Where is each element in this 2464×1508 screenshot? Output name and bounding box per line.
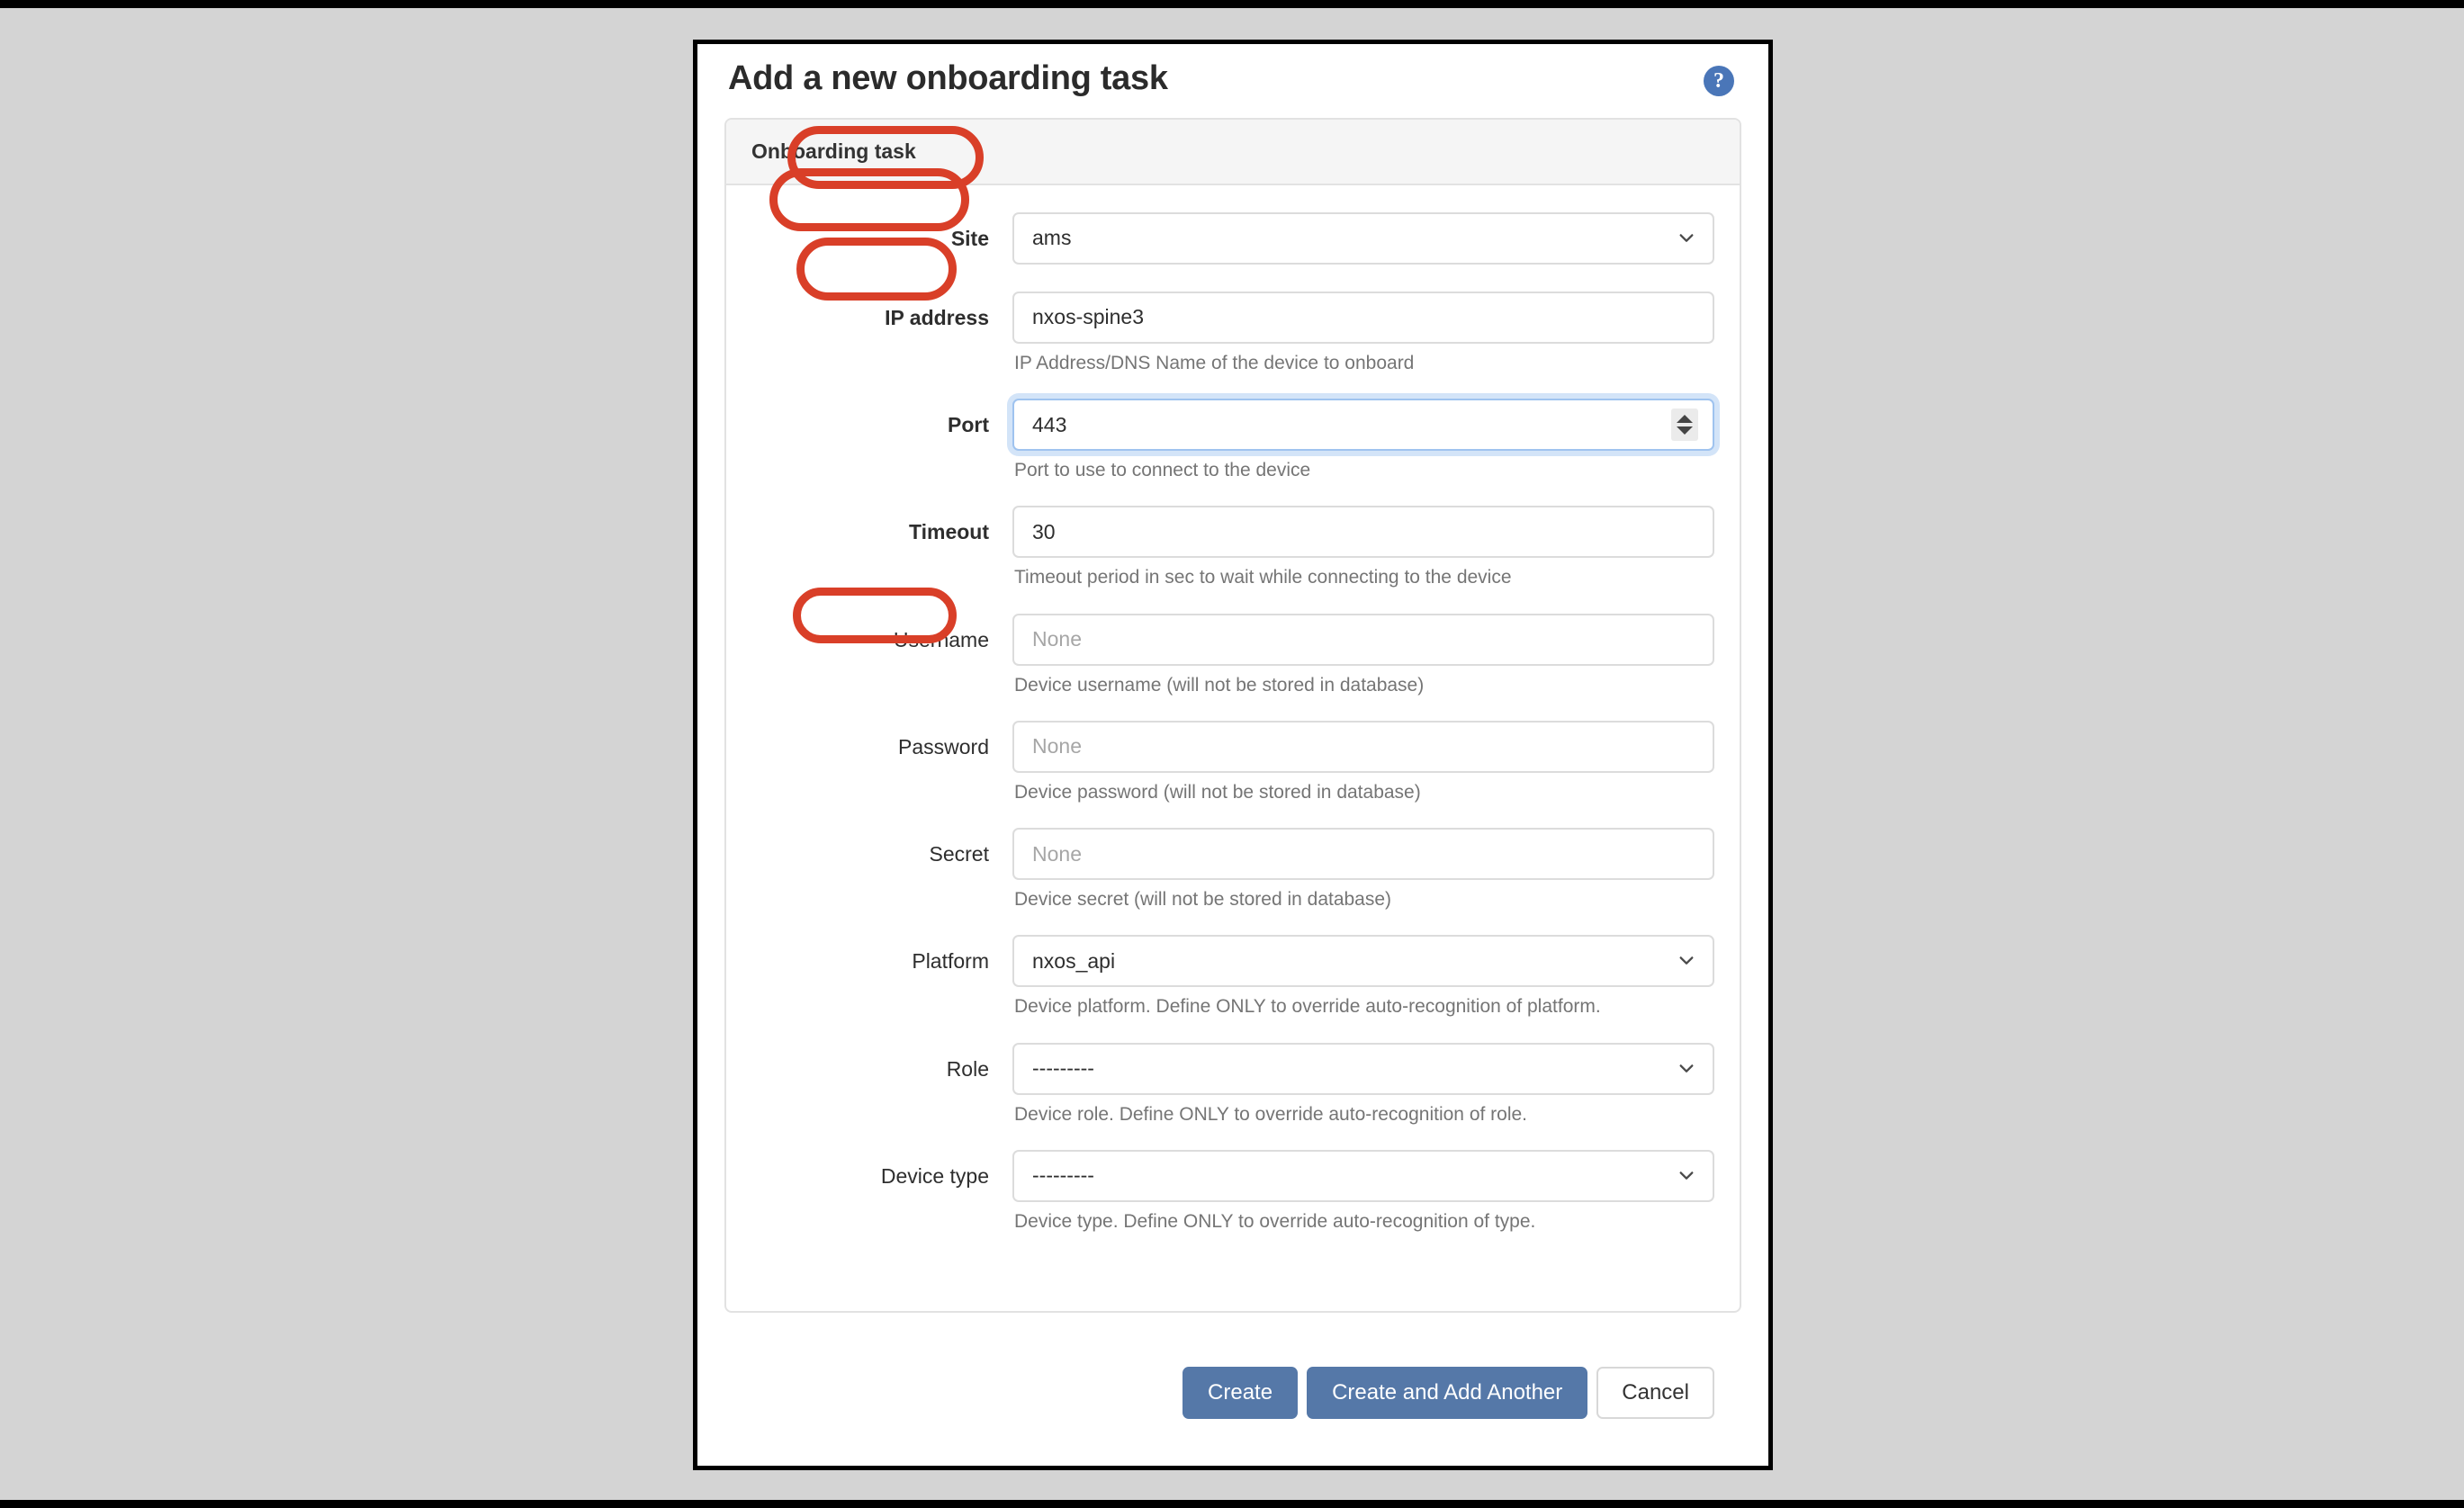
chevron-down-icon (1678, 953, 1695, 969)
question-mark-circle-icon[interactable]: ? (1704, 66, 1734, 96)
field-label: Role (946, 1056, 989, 1081)
row-spacer (1012, 265, 1714, 292)
field-value: 443 (1032, 412, 1067, 436)
field-help-text: IP Address/DNS Name of the device to onb… (1014, 352, 1415, 373)
field-label: Secret (929, 842, 989, 866)
field-label: Platform (912, 949, 989, 974)
onboarding-task-panel: Onboarding task Site ams IP address nxos-sp… (724, 117, 1741, 1314)
field-help-text: Device username (will not be stored in d… (1014, 674, 1425, 696)
row-spacer (1012, 697, 1714, 721)
field-help-text: Port to use to connect to the device (1014, 460, 1311, 481)
field-control-wrap: nxos-spine3 IP Address/DNS Name of the de… (1012, 291, 1714, 399)
field-control-wrap: None Device password (will not be stored … (1012, 720, 1714, 828)
field-label: Port (948, 413, 989, 437)
form-row-ip-address: IP address nxos-spine3 IP Address/DNS Name… (751, 291, 1714, 399)
text-input-secret[interactable]: None (1012, 828, 1714, 881)
select-device-type[interactable]: --------- (1012, 1149, 1714, 1202)
form-row-platform: Platform nxos_api Device platform. Define … (751, 935, 1714, 1042)
dialog-button-row: Create Create and Add Another Cancel (724, 1313, 1741, 1420)
spinner-up-icon[interactable] (1677, 415, 1693, 424)
row-spacer (1012, 1127, 1714, 1150)
field-control-wrap: nxos_api Device platform. Define ONLY to … (1012, 935, 1714, 1042)
form-row-timeout: Timeout 30 Timeout period in sec to wait w… (751, 506, 1714, 613)
field-label: Site (950, 226, 989, 250)
field-label: Username (893, 627, 989, 651)
field-help-text: Device password (will not be stored in d… (1014, 781, 1421, 803)
chevron-down-icon (1678, 1168, 1695, 1184)
row-spacer (1012, 804, 1714, 828)
form-row-password: Password None Device password (will not be… (751, 720, 1714, 828)
field-value: None (1032, 841, 1082, 866)
chevron-down-icon (1678, 1061, 1695, 1077)
field-value: 30 (1032, 519, 1056, 543)
field-control-wrap: 30 Timeout period in sec to wait while co… (1012, 506, 1714, 613)
field-help-text: Device secret (will not be stored in dat… (1014, 889, 1392, 911)
create-and-add-another-button[interactable]: Create and Add Another (1307, 1367, 1588, 1420)
row-spacer (1012, 911, 1714, 935)
select-site[interactable]: ams (1012, 211, 1714, 265)
chevron-down-icon (1678, 230, 1695, 247)
form-row-role: Role --------- Device role. Define ONLY to… (751, 1042, 1714, 1150)
dialog-title-row: Add a new onboarding task ? (724, 59, 1741, 98)
select-role[interactable]: --------- (1012, 1042, 1714, 1095)
text-input-timeout[interactable]: 30 (1012, 506, 1714, 559)
row-spacer (1012, 482, 1714, 506)
text-input-ip-address[interactable]: nxos-spine3 (1012, 291, 1714, 344)
field-value: None (1032, 734, 1082, 758)
field-value: --------- (1032, 1163, 1094, 1188)
field-control-wrap: 443 Port to use to connect to the device (1012, 399, 1714, 506)
number-input-port[interactable]: 443 (1012, 399, 1714, 452)
row-spacer (1012, 1019, 1714, 1043)
form-body: Site ams IP address nxos-spine3 IP Address/D… (726, 185, 1740, 1311)
select-platform[interactable]: nxos_api (1012, 935, 1714, 988)
text-input-username[interactable]: None (1012, 613, 1714, 666)
field-value: None (1032, 627, 1082, 651)
form-row-device-type: Device type --------- Device type. Define … (751, 1149, 1714, 1257)
row-spacer (1012, 1234, 1714, 1257)
field-control-wrap: None Device secret (will not be stored in… (1012, 828, 1714, 935)
field-control-wrap: --------- Device type. Define ONLY to ove… (1012, 1149, 1714, 1257)
cancel-button[interactable]: Cancel (1596, 1367, 1714, 1420)
row-spacer (1012, 375, 1714, 399)
field-help-text: Timeout period in sec to wait while conn… (1014, 567, 1512, 588)
create-button[interactable]: Create (1183, 1367, 1299, 1420)
text-input-password[interactable]: None (1012, 720, 1714, 773)
row-spacer (1012, 590, 1714, 614)
field-value: ams (1032, 226, 1072, 250)
field-help-text: Device platform. Define ONLY to override… (1014, 996, 1601, 1018)
field-label: IP address (885, 305, 989, 329)
number-spinner[interactable] (1671, 408, 1698, 442)
field-control-wrap: None Device username (will not be stored … (1012, 613, 1714, 721)
field-control-wrap: ams (1012, 211, 1714, 292)
field-value: --------- (1032, 1056, 1094, 1081)
form-row-username: Username None Device username (will not be… (751, 613, 1714, 721)
panel-header: Onboarding task (726, 119, 1740, 185)
form-row-secret: Secret None Device secret (will not be sto… (751, 828, 1714, 935)
add-onboarding-task-dialog: Add a new onboarding task ? Onboarding t… (693, 40, 1773, 1470)
form-row-port: Port 443 Port to use to connect to the dev… (751, 399, 1714, 506)
field-label: Device type (880, 1163, 989, 1188)
screenshot-root: Add a new onboarding task ? Onboarding t… (0, 0, 2464, 1508)
field-label: Password (898, 734, 989, 758)
field-value: nxos_api (1032, 948, 1116, 973)
spinner-down-icon[interactable] (1677, 426, 1693, 435)
field-label: Timeout (908, 520, 989, 544)
form-row-site: Site ams (751, 211, 1714, 292)
page-title: Add a new onboarding task (728, 59, 1168, 97)
field-help-text: Device type. Define ONLY to override aut… (1014, 1210, 1536, 1232)
field-value: nxos-spine3 (1032, 305, 1145, 329)
field-control-wrap: --------- Device role. Define ONLY to ove… (1012, 1042, 1714, 1150)
field-help-text: Device role. Define ONLY to override aut… (1014, 1103, 1528, 1125)
